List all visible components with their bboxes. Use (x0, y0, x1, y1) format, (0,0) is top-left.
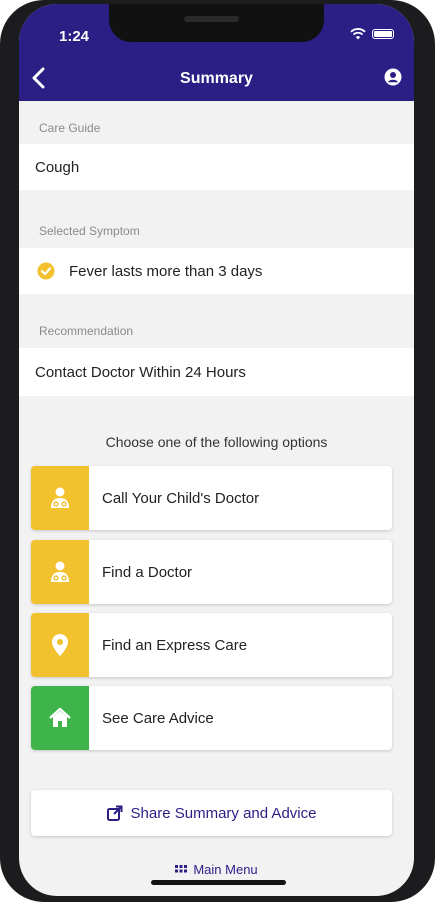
status-icons (350, 28, 394, 40)
home-icon (49, 708, 71, 727)
find-a-doctor-button[interactable]: Find a Doctor (31, 540, 392, 604)
grid-icon (175, 864, 188, 872)
status-time: 1:24 (59, 28, 90, 45)
care-guide-value-row: Cough (19, 144, 414, 190)
option-tile (31, 466, 89, 530)
doctor-icon (51, 487, 69, 508)
page-title: Summary (180, 70, 253, 87)
recommendation-label: Recommendation (39, 324, 134, 338)
doctor-icon (51, 561, 69, 582)
option-label: Find a Doctor (102, 563, 193, 581)
wifi-icon (350, 28, 366, 40)
care-guide-label: Care Guide (39, 121, 101, 135)
map-pin-icon (52, 634, 68, 656)
options-title: Choose one of the following options (105, 434, 328, 450)
share-icon (106, 805, 123, 821)
option-label: Find an Express Care (102, 636, 248, 654)
check-circle-icon (37, 262, 55, 280)
app-header: 1:24 Summary (19, 4, 414, 101)
option-label: See Care Advice (102, 709, 214, 727)
battery-icon (372, 29, 394, 39)
recommendation-value: Contact Doctor Within 24 Hours (35, 363, 246, 381)
selected-symptom-value: Fever lasts more than 3 days (69, 262, 263, 280)
option-tile (31, 540, 89, 604)
care-guide-value: Cough (35, 158, 80, 176)
see-care-advice-button[interactable]: See Care Advice (31, 686, 392, 750)
find-express-care-button[interactable]: Find an Express Care (31, 613, 392, 677)
main-menu-button[interactable]: Main Menu (19, 862, 414, 877)
recommendation-row: Contact Doctor Within 24 Hours (19, 348, 414, 396)
main-menu-label: Main Menu (193, 862, 258, 877)
user-profile-button[interactable] (384, 68, 402, 86)
option-tile (31, 686, 89, 750)
selected-symptom-label: Selected Symptom (39, 224, 140, 238)
home-indicator[interactable] (151, 880, 286, 885)
share-summary-button[interactable]: Share Summary and Advice (31, 790, 392, 836)
selected-symptom-row: Fever lasts more than 3 days (19, 248, 414, 294)
share-label: Share Summary and Advice (130, 804, 317, 822)
phone-frame: 1:24 Summary Care Guide Cough Selected S… (0, 0, 435, 902)
device-notch (109, 4, 324, 42)
option-label: Call Your Child's Doctor (102, 489, 260, 507)
option-tile (31, 613, 89, 677)
app-screen: 1:24 Summary Care Guide Cough Selected S… (19, 4, 414, 896)
call-childs-doctor-button[interactable]: Call Your Child's Doctor (31, 466, 392, 530)
